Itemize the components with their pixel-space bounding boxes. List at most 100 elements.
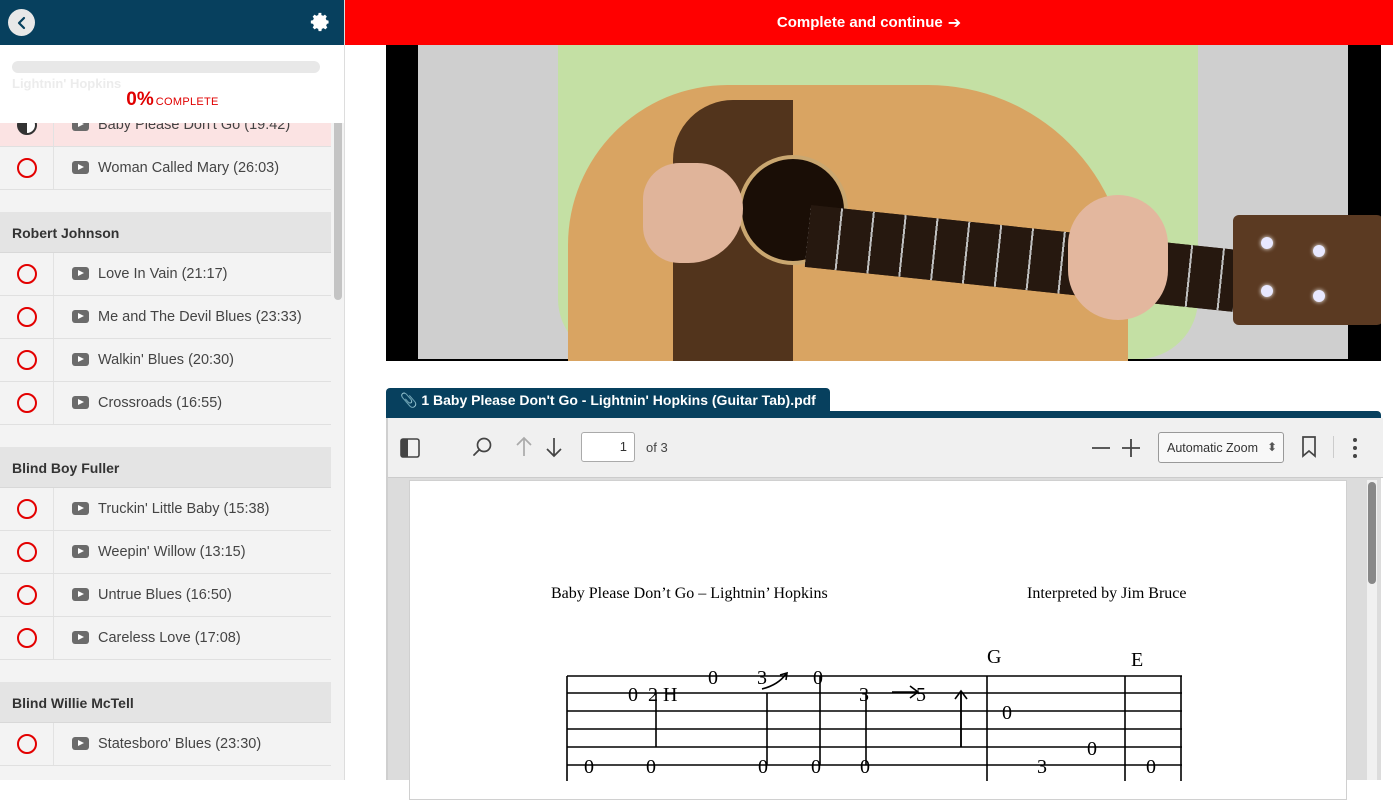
- tab-number-0: 0: [1087, 738, 1097, 760]
- video-player[interactable]: [386, 45, 1381, 361]
- list-item-lesson[interactable]: Careless Love (17:08): [0, 617, 331, 660]
- lesson-title: Love In Vain (21:17): [98, 266, 228, 282]
- list-item-lesson[interactable]: Love In Vain (21:17): [0, 253, 331, 296]
- incomplete-circle-icon: [17, 393, 37, 413]
- complete-label: Complete and continue: [776, 14, 943, 31]
- bookmark-icon[interactable]: [1301, 436, 1317, 458]
- progress-percent: 0%: [126, 89, 154, 110]
- incomplete-circle-icon: [17, 499, 37, 519]
- tab-number-0: 0: [813, 667, 823, 689]
- chevron-left-icon: [17, 16, 25, 29]
- course-sidebar: Baby Please Don't Go (19:42) Woman Calle…: [0, 0, 345, 780]
- arrow-down-icon[interactable]: [544, 436, 564, 458]
- lesson-title: Crossroads (16:55): [98, 395, 223, 411]
- lesson-status-cell: [0, 382, 54, 424]
- lesson-title: Weepin' Willow (13:15): [98, 544, 246, 560]
- tab-number-3: 3: [1037, 756, 1047, 778]
- tab-number-0: 0: [584, 756, 594, 778]
- list-item-lesson[interactable]: Untrue Blues (16:50): [0, 574, 331, 617]
- attachment-tab[interactable]: 📎 1 Baby Please Don't Go - Lightnin' Hop…: [386, 388, 830, 412]
- tab-number-0: 0: [758, 756, 768, 778]
- video-icon: [72, 737, 89, 750]
- list-item-lesson[interactable]: Weepin' Willow (13:15): [0, 531, 331, 574]
- incomplete-circle-icon: [17, 628, 37, 648]
- lesson-status-cell: [0, 488, 54, 530]
- section-gap: [0, 190, 331, 212]
- gear-icon: [310, 12, 329, 32]
- incomplete-circle-icon: [17, 158, 37, 178]
- lesson-status-cell: [0, 531, 54, 573]
- progress-bar: [12, 61, 320, 73]
- video-icon: [72, 310, 89, 323]
- pdf-toolbar: 1 of 3 Automatic Zoom: [388, 418, 1383, 478]
- incomplete-circle-icon: [17, 585, 37, 605]
- lesson-title: Woman Called Mary (26:03): [98, 160, 280, 176]
- incomplete-circle-icon: [17, 350, 37, 370]
- back-button[interactable]: [8, 9, 35, 36]
- more-options-icon[interactable]: [1351, 437, 1359, 459]
- settings-button[interactable]: [309, 11, 331, 33]
- arrow-right-icon: ➔: [947, 14, 962, 32]
- lesson-title: Careless Love (17:08): [98, 630, 241, 646]
- section-title: Robert Johnson: [0, 212, 331, 253]
- zoom-select[interactable]: Automatic Zoom: [1158, 432, 1284, 463]
- list-item-lesson[interactable]: Woman Called Mary (26:03): [0, 147, 331, 190]
- page-count-label: of 3: [646, 440, 668, 455]
- sidebar-scrollbar[interactable]: [334, 92, 342, 300]
- tab-number-0: 0: [628, 684, 638, 706]
- video-icon: [72, 545, 89, 558]
- tab-number-0: 0: [1002, 702, 1012, 724]
- list-item-lesson[interactable]: Truckin' Little Baby (15:38): [0, 488, 331, 531]
- incomplete-circle-icon: [17, 542, 37, 562]
- list-item-lesson[interactable]: Me and The Devil Blues (23:33): [0, 296, 331, 339]
- progress-word: COMPLETE: [155, 96, 219, 108]
- lesson-title: Statesboro' Blues (23:30): [98, 736, 262, 752]
- list-item-lesson[interactable]: Walkin' Blues (20:30): [0, 339, 331, 382]
- pdf-scrollbar[interactable]: [1367, 480, 1377, 780]
- tab-hammer-on: H: [663, 684, 677, 706]
- lesson-status-cell: [0, 723, 54, 765]
- course-progress: Lightnin' Hopkins 0% COMPLETE: [0, 45, 344, 123]
- section-gap: [0, 660, 331, 682]
- sidebar-toggle-icon[interactable]: [400, 438, 420, 458]
- lesson-status-cell: [0, 253, 54, 295]
- lesson-status-cell: [0, 574, 54, 616]
- lesson-status-cell: [0, 147, 54, 189]
- progress-label: 0% COMPLETE: [0, 89, 344, 111]
- lesson-title: Truckin' Little Baby (15:38): [98, 501, 270, 517]
- section-title: Blind Boy Fuller: [0, 447, 331, 488]
- incomplete-circle-icon: [17, 734, 37, 754]
- lesson-status-cell: [0, 339, 54, 381]
- page-number-input[interactable]: 1: [581, 432, 635, 462]
- tab-number-2: 2: [648, 684, 658, 706]
- tab-number-0: 0: [811, 756, 821, 778]
- lesson-list: Baby Please Don't Go (19:42) Woman Calle…: [0, 104, 331, 766]
- video-icon: [72, 588, 89, 601]
- pdf-page: Baby Please Don’t Go – Lightnin’ Hopkins…: [409, 480, 1347, 800]
- attachment-divider: [386, 411, 1381, 418]
- video-icon: [72, 353, 89, 366]
- toolbar-separator: [1333, 436, 1334, 458]
- list-item-lesson[interactable]: Crossroads (16:55): [0, 382, 331, 425]
- search-icon[interactable]: [472, 436, 494, 458]
- pdf-scrollbar-thumb[interactable]: [1368, 482, 1376, 584]
- chord-label: G: [987, 646, 1001, 668]
- tab-number-0: 0: [646, 756, 656, 778]
- guitar-tab-staff: 0 3 0 0 2 H 3 5 0 0 0 0 0 0 0 3 0 G E: [566, 646, 1182, 781]
- video-icon: [72, 267, 89, 280]
- incomplete-circle-icon: [17, 307, 37, 327]
- arrow-up-icon[interactable]: [514, 436, 534, 458]
- lesson-status-cell: [0, 296, 54, 338]
- zoom-out-icon[interactable]: [1091, 438, 1111, 458]
- tab-number-5: 5: [916, 684, 926, 706]
- pdf-viewer: 1 of 3 Automatic Zoom Baby Please Don’t …: [386, 418, 1383, 800]
- tab-number-0: 0: [860, 756, 870, 778]
- complete-and-continue-button[interactable]: Complete and continue ➔: [345, 0, 1393, 45]
- list-item-lesson[interactable]: Statesboro' Blues (23:30): [0, 723, 331, 766]
- lesson-status-cell: [0, 617, 54, 659]
- video-icon: [72, 502, 89, 515]
- zoom-in-icon[interactable]: [1121, 438, 1141, 458]
- tab-number-0: 0: [708, 667, 718, 689]
- section-gap: [0, 425, 331, 447]
- video-icon: [72, 631, 89, 644]
